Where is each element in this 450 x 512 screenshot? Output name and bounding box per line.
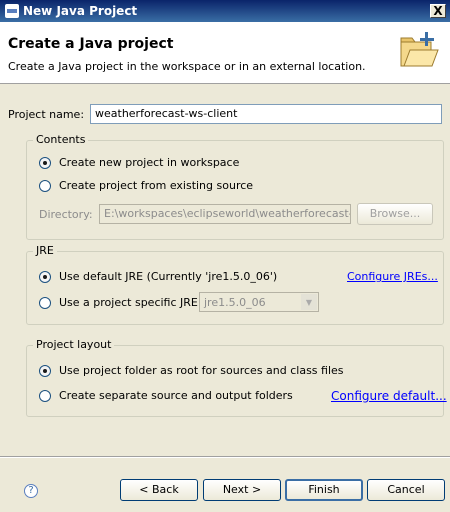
- specific-jre-option[interactable]: Use a project specific JRE:: [39, 296, 202, 309]
- back-button[interactable]: < Back: [120, 479, 198, 501]
- help-icon[interactable]: ?: [24, 484, 38, 498]
- close-button[interactable]: X: [430, 4, 446, 18]
- jre-group: JRE Use default JRE (Currently 'jre1.5.0…: [26, 244, 444, 325]
- default-jre-label: Use default JRE (Currently 'jre1.5.0_06'…: [59, 270, 278, 283]
- dialog-content: Project name: weatherforecast-ws-client …: [0, 85, 450, 447]
- directory-label: Directory:: [39, 208, 93, 221]
- directory-input[interactable]: E:\workspaces\eclipseworld\weatherforeca…: [99, 204, 351, 224]
- window-title: New Java Project: [23, 4, 138, 18]
- specific-jre-select[interactable]: jre1.5.0_06 ▼: [199, 292, 319, 312]
- specific-jre-value: jre1.5.0_06: [204, 295, 266, 309]
- finish-button[interactable]: Finish: [285, 479, 363, 501]
- create-new-radio[interactable]: [39, 156, 51, 169]
- create-from-source-label: Create project from existing source: [59, 179, 254, 192]
- project-root-radio[interactable]: [39, 364, 51, 377]
- create-from-source-radio[interactable]: [39, 179, 51, 192]
- eclipse-app-icon: [5, 4, 19, 18]
- specific-jre-label: Use a project specific JRE:: [59, 296, 202, 309]
- create-new-label: Create new project in workspace: [59, 156, 240, 169]
- separate-folders-label: Create separate source and output folder…: [59, 389, 293, 402]
- cancel-button[interactable]: Cancel: [367, 479, 445, 501]
- configure-default-link[interactable]: Configure default...: [331, 389, 447, 403]
- project-root-option[interactable]: Use project folder as root for sources a…: [39, 364, 344, 377]
- page-heading: Create a Java project: [8, 36, 174, 52]
- project-layout-legend: Project layout: [33, 338, 115, 351]
- specific-jre-radio[interactable]: [39, 296, 51, 309]
- project-layout-group: Project layout Use project folder as roo…: [26, 338, 447, 417]
- page-description: Create a Java project in the workspace o…: [8, 60, 366, 73]
- separate-folders-option[interactable]: Create separate source and output folder…: [39, 389, 293, 402]
- project-name-input[interactable]: weatherforecast-ws-client: [90, 104, 442, 124]
- footer-separator: [0, 456, 450, 458]
- header-banner: Create a Java project Create a Java proj…: [0, 22, 450, 84]
- contents-legend: Contents: [33, 133, 89, 146]
- project-name-label: Project name:: [8, 108, 85, 121]
- project-root-label: Use project folder as root for sources a…: [59, 364, 344, 377]
- create-from-source-option[interactable]: Create project from existing source: [39, 179, 253, 192]
- separate-folders-radio[interactable]: [39, 389, 51, 402]
- java-project-folder-icon: [400, 32, 439, 67]
- contents-group: Contents Create new project in workspace…: [26, 133, 444, 240]
- default-jre-option[interactable]: Use default JRE (Currently 'jre1.5.0_06'…: [39, 270, 277, 283]
- new-java-project-dialog: New Java Project X Create a Java project…: [0, 0, 450, 512]
- configure-jres-link[interactable]: Configure JREs...: [347, 270, 438, 283]
- default-jre-radio[interactable]: [39, 270, 51, 283]
- create-new-project-option[interactable]: Create new project in workspace: [39, 156, 239, 169]
- browse-button[interactable]: Browse...: [357, 203, 433, 225]
- title-bar[interactable]: New Java Project X: [0, 0, 450, 22]
- chevron-down-icon: ▼: [301, 294, 317, 310]
- jre-legend: JRE: [33, 244, 57, 257]
- next-button[interactable]: Next >: [203, 479, 281, 501]
